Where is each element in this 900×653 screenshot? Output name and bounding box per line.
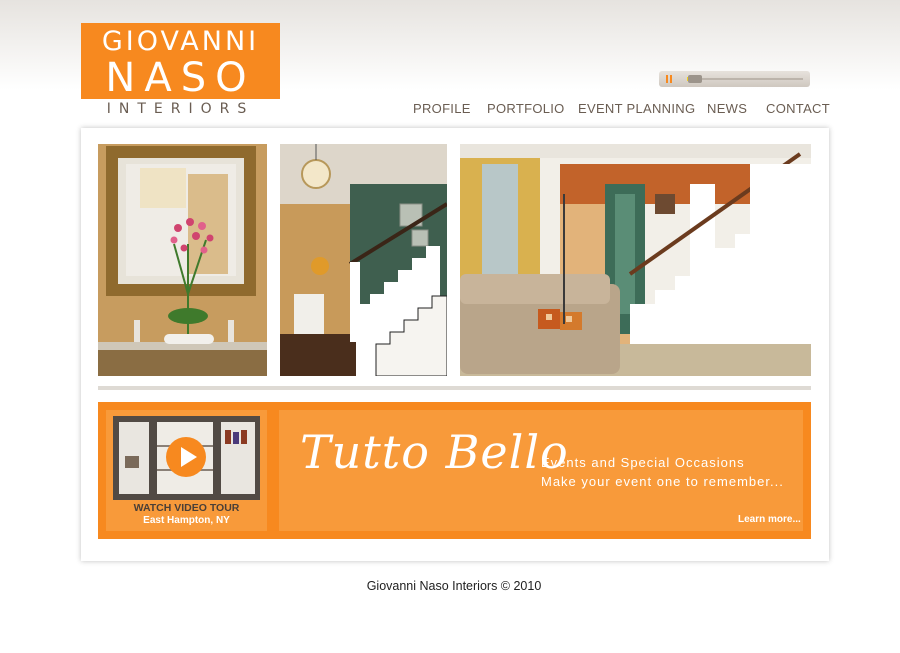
living-room-staircase-photo — [460, 144, 811, 376]
logo-name-last: NASO — [105, 55, 256, 101]
section-divider — [98, 386, 811, 390]
audio-slider-thumb[interactable] — [688, 75, 702, 83]
nav-news[interactable]: NEWS — [707, 101, 747, 116]
video-tour-location: East Hampton, NY — [143, 515, 230, 526]
logo[interactable]: GIOVANNI NASO — [81, 23, 280, 99]
promo-tagline: Make your event one to remember... — [541, 474, 784, 489]
audio-player[interactable] — [659, 71, 810, 87]
logo-name-first: GIOVANNI — [101, 26, 260, 57]
pause-icon[interactable] — [665, 75, 673, 83]
nav-event-planning[interactable]: EVENT PLANNING — [578, 101, 695, 116]
main-nav: PROFILE PORTFOLIO EVENT PLANNING NEWS CO… — [0, 101, 830, 121]
play-icon[interactable] — [166, 437, 206, 477]
footer-copyright: Giovanni Naso Interiors © 2010 — [366, 579, 542, 593]
promo-subtitle: Events and Special Occasions — [541, 455, 745, 470]
promo-title: Tutto Bello — [300, 425, 569, 479]
nav-contact[interactable]: CONTACT — [766, 101, 830, 116]
learn-more-link[interactable]: Learn more... — [738, 514, 801, 525]
entry-mirror-photo — [98, 144, 267, 376]
video-tour-caption[interactable]: WATCH VIDEO TOUR — [106, 502, 267, 514]
audio-progress-track[interactable] — [687, 77, 803, 81]
nav-portfolio[interactable]: PORTFOLIO — [487, 101, 565, 116]
staircase-photo — [280, 144, 447, 376]
nav-profile[interactable]: PROFILE — [413, 101, 471, 116]
